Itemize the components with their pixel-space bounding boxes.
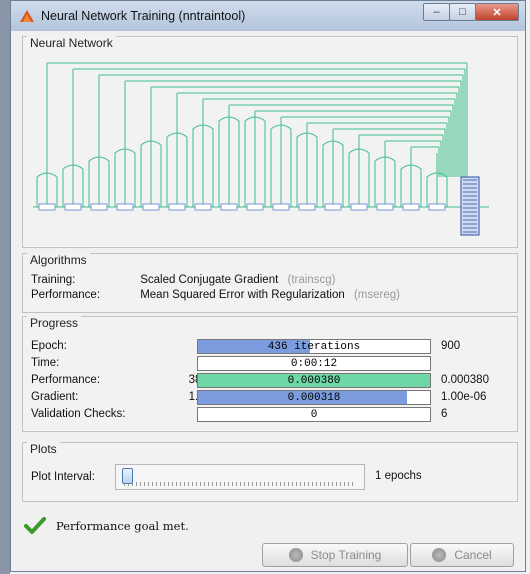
- maximize-button[interactable]: □: [449, 3, 476, 21]
- layer-node: [116, 203, 134, 211]
- epoch-row: Epoch: 0 436 iterations 900: [31, 339, 515, 355]
- network-diagram: [33, 62, 489, 236]
- epoch-label: Epoch:: [31, 340, 67, 352]
- layer-node: [90, 203, 108, 211]
- time-label: Time:: [31, 357, 60, 369]
- panel-title-progress: Progress: [27, 316, 82, 330]
- output-layer-block: [460, 176, 480, 236]
- minimize-button[interactable]: –: [423, 3, 450, 21]
- training-value: Scaled Conjugate Gradient: [140, 274, 279, 286]
- gradient-label: Gradient:: [31, 391, 79, 403]
- status-message: Performance goal met.: [56, 519, 189, 533]
- stop-icon: [288, 548, 303, 562]
- layer-node: [350, 203, 368, 211]
- gradient-max: 1.00e-06: [441, 391, 487, 403]
- plot-interval-value: 1 epochs: [375, 470, 422, 482]
- time-row: Time: 0:00:12: [31, 356, 515, 372]
- layer-node: [402, 203, 420, 211]
- performance-progress-text: 0.000380: [287, 375, 341, 387]
- layer-node: [298, 203, 316, 211]
- performance-progress-bar: 0.000380: [197, 373, 431, 388]
- gradient-progress-bar: 0.000318: [197, 390, 431, 405]
- time-progress-text: 0:00:12: [290, 358, 338, 370]
- epoch-progress-text: 436 iterations: [267, 341, 361, 353]
- stop-training-label: Stop Training: [310, 548, 382, 562]
- cancel-label: Cancel: [454, 548, 492, 562]
- progress-panel: Progress Epoch: 0 436 iterations 900 Tim…: [22, 316, 518, 432]
- layer-node: [220, 203, 238, 211]
- panel-title-plots: Plots: [27, 442, 60, 456]
- validation-row: Validation Checks: 0 0 6: [31, 407, 515, 423]
- validation-max: 6: [441, 408, 448, 420]
- performance-row: Performance: Mean Squared Error with Reg…: [31, 289, 400, 301]
- algorithms-panel: Algorithms Training: Scaled Conjugate Gr…: [22, 253, 518, 313]
- gradient-row: Gradient: 1.00 0.000318 1.00e-06: [31, 390, 515, 406]
- performance-function[interactable]: (msereg): [354, 289, 400, 301]
- layer-node: [272, 203, 290, 211]
- training-label: Training:: [31, 274, 76, 286]
- window-title: Neural Network Training (nntraintool): [41, 9, 246, 23]
- stop-training-button[interactable]: Stop Training: [262, 543, 408, 567]
- layer-node: [324, 203, 342, 211]
- cancel-icon: [432, 548, 447, 562]
- perf-label: Performance:: [31, 374, 101, 386]
- plot-interval-label: Plot Interval:: [31, 471, 95, 483]
- checkmark-icon: [24, 517, 46, 534]
- layer-node: [64, 203, 82, 211]
- perf-max: 0.000380: [441, 374, 489, 386]
- layer-node: [376, 203, 394, 211]
- validation-progress-text: 0: [310, 409, 318, 421]
- training-function[interactable]: (trainscg): [288, 274, 336, 286]
- validation-progress-bar: 0: [197, 407, 431, 422]
- layer-node: [142, 203, 160, 211]
- training-row: Training: Scaled Conjugate Gradient (tra…: [31, 274, 335, 286]
- layer-node: [194, 203, 212, 211]
- layer-node: [246, 203, 264, 211]
- matlab-icon: [20, 10, 34, 22]
- slider-thumb[interactable]: [122, 468, 133, 484]
- desktop-background: [0, 0, 10, 574]
- plot-interval-slider[interactable]: [115, 464, 365, 490]
- panel-title-algorithms: Algorithms: [27, 253, 90, 267]
- time-progress-bar: 0:00:12: [197, 356, 431, 371]
- gradient-progress-text: 0.000318: [287, 392, 341, 404]
- layer-node: [38, 203, 56, 211]
- performance-label: Performance:: [31, 289, 101, 301]
- close-button[interactable]: ✕: [475, 3, 519, 21]
- status-area: Performance goal met.: [24, 517, 189, 535]
- plots-panel: Plots Plot Interval: 1 epochs: [22, 442, 518, 502]
- performance-progress-row: Performance: 38.8 0.000380 0.000380: [31, 373, 515, 389]
- neural-network-panel: Neural Network: [22, 36, 518, 248]
- epoch-max: 900: [441, 340, 461, 352]
- cancel-button[interactable]: Cancel: [410, 543, 514, 567]
- slider-ticks: [124, 482, 356, 486]
- epoch-progress-bar: 436 iterations: [197, 339, 431, 354]
- layer-node: [168, 203, 186, 211]
- layer-node: [428, 203, 446, 211]
- title-bar[interactable]: Neural Network Training (nntraintool) – …: [11, 1, 525, 31]
- validation-label: Validation Checks:: [31, 408, 126, 420]
- performance-value: Mean Squared Error with Regularization: [140, 289, 345, 301]
